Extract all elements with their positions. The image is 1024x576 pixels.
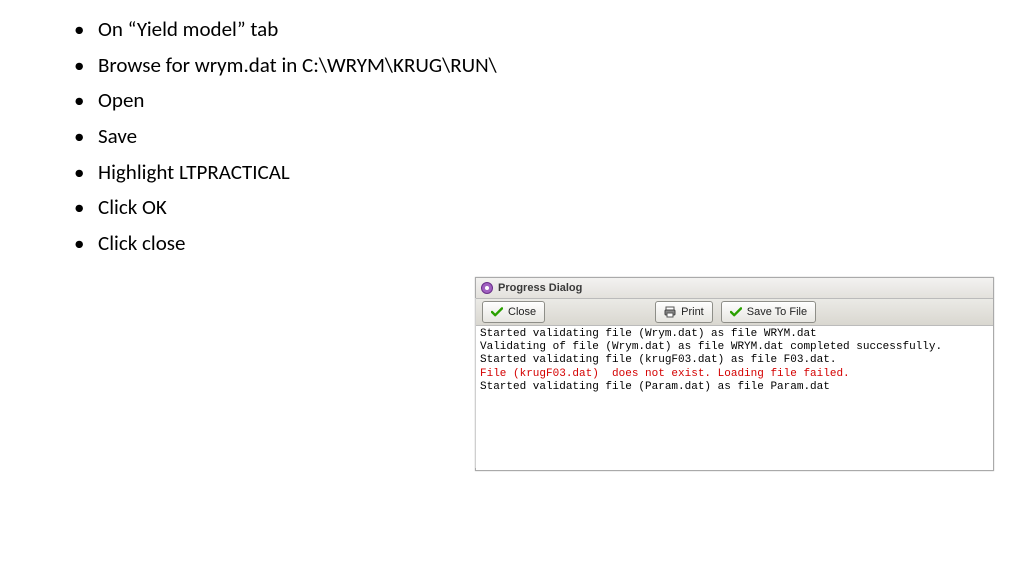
instruction-item: Click close: [70, 226, 497, 262]
save-button-label: Save To File: [747, 306, 807, 318]
instruction-item: Open: [70, 83, 497, 119]
save-to-file-button[interactable]: Save To File: [721, 301, 816, 323]
instruction-item: Browse for wrym.dat in C:\WRYM\KRUG\RUN\: [70, 48, 497, 84]
dialog-toolbar: Close Print Save To File: [476, 299, 993, 326]
instruction-item: Highlight LTPRACTICAL: [70, 155, 497, 191]
dialog-titlebar[interactable]: Progress Dialog: [476, 278, 993, 299]
log-line: Started validating file (krugF03.dat) as…: [480, 354, 989, 367]
dialog-title: Progress Dialog: [498, 282, 582, 294]
print-button[interactable]: Print: [655, 301, 713, 323]
instruction-item: Save: [70, 119, 497, 155]
close-button-label: Close: [508, 306, 536, 318]
progress-dialog: Progress Dialog Close Print: [475, 277, 994, 471]
instruction-list: On “Yield model” tab Browse for wrym.dat…: [70, 12, 497, 262]
app-icon: [480, 281, 494, 295]
instruction-item: On “Yield model” tab: [70, 12, 497, 48]
log-line: Validating of file (Wrym.dat) as file WR…: [480, 341, 989, 354]
divider: [475, 298, 476, 468]
log-line: Started validating file (Param.dat) as f…: [480, 381, 989, 394]
instruction-item: Click OK: [70, 190, 497, 226]
log-line: File (krugF03.dat) does not exist. Loadi…: [480, 368, 989, 381]
print-button-label: Print: [681, 306, 704, 318]
check-icon: [491, 306, 503, 318]
log-line: Started validating file (Wrym.dat) as fi…: [480, 328, 989, 341]
printer-icon: [664, 306, 676, 318]
log-panel[interactable]: Started validating file (Wrym.dat) as fi…: [476, 326, 993, 470]
close-button[interactable]: Close: [482, 301, 545, 323]
check-icon: [730, 306, 742, 318]
